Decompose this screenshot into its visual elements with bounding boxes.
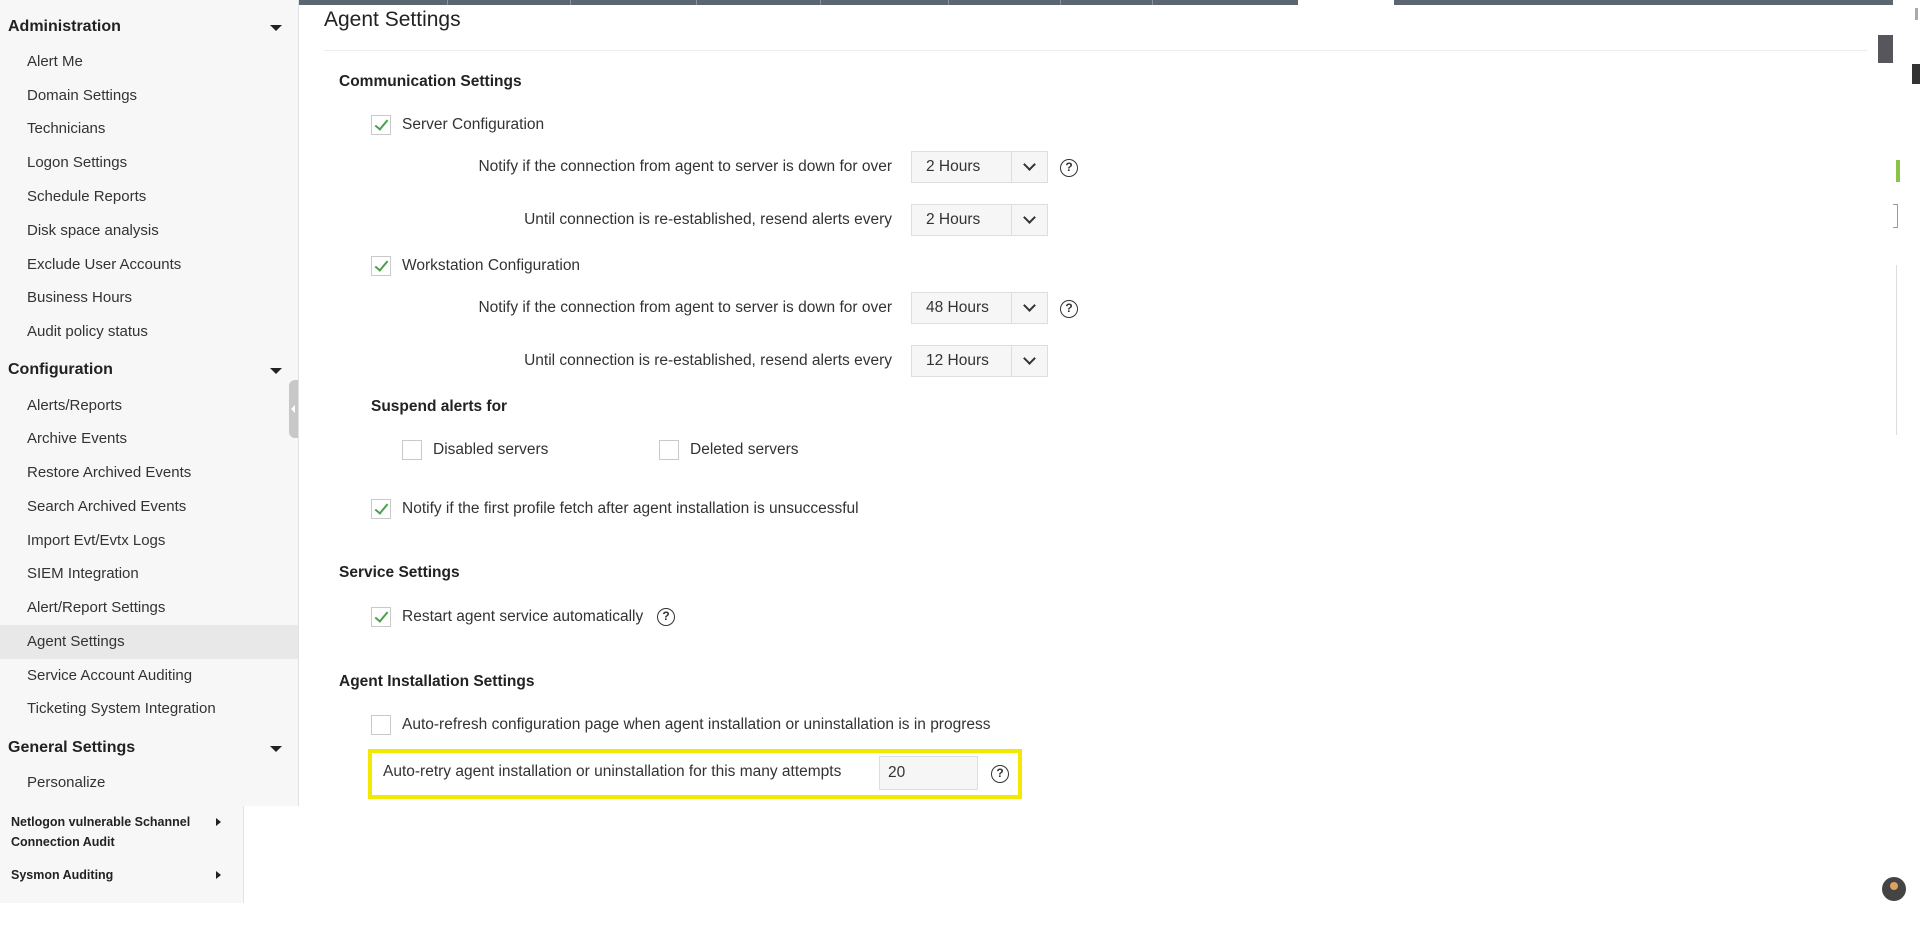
sidebar-item-schedule-reports[interactable]: Schedule Reports: [0, 180, 298, 214]
service-settings-heading: Service Settings: [339, 564, 460, 581]
sidebar-section-administration[interactable]: Administration: [0, 10, 298, 44]
right-edge-scrollbar-fragment[interactable]: [1912, 64, 1920, 84]
chevron-down-icon: [1011, 152, 1047, 182]
sidebar-item-logon-settings[interactable]: Logon Settings: [0, 146, 298, 180]
sidebar-item-alert-me[interactable]: Alert Me: [0, 45, 298, 79]
chevron-down-icon: [1011, 293, 1047, 323]
auto-refresh-checkbox[interactable]: [371, 715, 391, 735]
communication-settings-heading: Communication Settings: [339, 73, 522, 90]
sidebar-item-audit-policy-status[interactable]: Audit policy status: [0, 315, 298, 349]
tab-divider: [1060, 0, 1061, 5]
workstation-resend-select[interactable]: 12 Hours: [911, 345, 1048, 377]
right-edge-button-fragment[interactable]: [1878, 35, 1893, 63]
sidebar-item-ticketing-system-integration[interactable]: Ticketing System Integration: [0, 692, 298, 726]
title-divider: [324, 50, 1867, 51]
submenu-sysmon-auditing[interactable]: Sysmon Auditing: [11, 865, 221, 885]
profile-fetch-label: Notify if the first profile fetch after …: [402, 500, 859, 517]
tab-divider: [696, 0, 697, 5]
workstation-notify-down-select[interactable]: 48 Hours: [911, 292, 1048, 324]
submenu-netlogon-schannel[interactable]: Netlogon vulnerable Schannel Connection …: [11, 812, 221, 852]
auto-retry-label: Auto-retry agent installation or uninsta…: [383, 763, 842, 780]
caret-down-icon: [270, 25, 282, 31]
active-tab-gap: [1298, 0, 1394, 5]
sub-menu-panel: Netlogon vulnerable Schannel Connection …: [0, 806, 244, 903]
server-configuration-label: Server Configuration: [402, 116, 545, 133]
sidebar-item-disk-space-analysis[interactable]: Disk space analysis: [0, 214, 298, 248]
disabled-servers-label: Disabled servers: [433, 441, 549, 458]
restart-agent-checkbox[interactable]: [371, 607, 391, 627]
sidebar-item-siem-integration[interactable]: SIEM Integration: [0, 557, 298, 591]
chevron-down-icon: [1011, 346, 1047, 376]
tab-divider: [820, 0, 821, 5]
disabled-servers-checkbox[interactable]: [402, 440, 422, 460]
sidebar-item-domain-settings[interactable]: Domain Settings: [0, 79, 298, 113]
right-edge-accent-fragment: [1896, 160, 1900, 182]
server-notify-down-select[interactable]: 2 Hours: [911, 151, 1048, 183]
workstation-configuration-label: Workstation Configuration: [402, 257, 581, 274]
section-label: Administration: [8, 18, 121, 35]
restart-agent-label: Restart agent service automatically: [402, 608, 644, 625]
sidebar-section-general-settings[interactable]: General Settings: [0, 731, 298, 765]
profile-fetch-checkbox[interactable]: [371, 499, 391, 519]
workstation-notify-label: Notify if the connection from agent to s…: [478, 299, 892, 316]
help-icon[interactable]: ?: [657, 608, 675, 626]
sidebar-item-restore-archived-events[interactable]: Restore Archived Events: [0, 456, 298, 490]
caret-down-icon: [270, 746, 282, 752]
sidebar-item-archive-events[interactable]: Archive Events: [0, 422, 298, 456]
caret-down-icon: [270, 368, 282, 374]
workstation-resend-label: Until connection is re-established, rese…: [524, 352, 892, 369]
select-value: 48 Hours: [926, 299, 989, 316]
right-edge-input-fragment: [1893, 204, 1898, 228]
right-edge-scroll-fragment: [1915, 8, 1918, 20]
tab-divider: [948, 0, 949, 5]
page-title: Agent Settings: [324, 8, 461, 31]
sidebar-item-alerts-reports[interactable]: Alerts/Reports: [0, 389, 298, 423]
sidebar-item-search-archived-events[interactable]: Search Archived Events: [0, 490, 298, 524]
sidebar-collapse-handle[interactable]: [289, 380, 298, 438]
server-resend-label: Until connection is re-established, rese…: [524, 211, 892, 228]
sidebar-item-service-account-auditing[interactable]: Service Account Auditing: [0, 659, 298, 693]
submenu-label: Netlogon vulnerable Schannel Connection …: [11, 815, 191, 849]
tab-divider: [570, 0, 571, 5]
sidebar-section-configuration[interactable]: Configuration: [0, 353, 298, 387]
chat-assistant-icon[interactable]: [1882, 877, 1906, 901]
help-icon[interactable]: ?: [991, 765, 1009, 783]
sidebar-item-business-hours[interactable]: Business Hours: [0, 281, 298, 315]
suspend-alerts-label: Suspend alerts for: [371, 398, 508, 415]
server-resend-select[interactable]: 2 Hours: [911, 204, 1048, 236]
sidebar-item-import-evt-logs[interactable]: Import Evt/Evtx Logs: [0, 524, 298, 558]
section-label: General Settings: [8, 739, 136, 756]
sidebar-item-exclude-user-accounts[interactable]: Exclude User Accounts: [0, 248, 298, 282]
select-value: 2 Hours: [926, 158, 981, 175]
sidebar: Administration Alert Me Domain Settings …: [0, 0, 299, 806]
agent-installation-heading: Agent Installation Settings: [339, 673, 535, 690]
caret-right-icon: [216, 818, 221, 826]
sidebar-item-technicians[interactable]: Technicians: [0, 112, 298, 146]
section-label: Configuration: [8, 361, 113, 378]
submenu-label: Sysmon Auditing: [11, 868, 114, 882]
workstation-configuration-checkbox[interactable]: [371, 256, 391, 276]
select-value: 2 Hours: [926, 211, 981, 228]
deleted-servers-checkbox[interactable]: [659, 440, 679, 460]
sidebar-item-alert-report-settings[interactable]: Alert/Report Settings: [0, 591, 298, 625]
sidebar-item-agent-settings[interactable]: Agent Settings: [0, 625, 298, 659]
server-configuration-checkbox[interactable]: [371, 115, 391, 135]
caret-right-icon: [216, 871, 221, 879]
chevron-down-icon: [1011, 205, 1047, 235]
deleted-servers-label: Deleted servers: [690, 441, 799, 458]
sidebar-item-personalize[interactable]: Personalize: [0, 766, 298, 800]
tab-divider: [447, 0, 448, 5]
right-edge-divider: [1896, 265, 1897, 435]
help-icon[interactable]: ?: [1060, 300, 1078, 318]
auto-refresh-label: Auto-refresh configuration page when age…: [402, 716, 991, 733]
auto-retry-attempts-input[interactable]: [879, 756, 978, 790]
server-notify-label: Notify if the connection from agent to s…: [478, 158, 892, 175]
select-value: 12 Hours: [926, 352, 989, 369]
tab-divider: [1152, 0, 1153, 5]
help-icon[interactable]: ?: [1060, 159, 1078, 177]
